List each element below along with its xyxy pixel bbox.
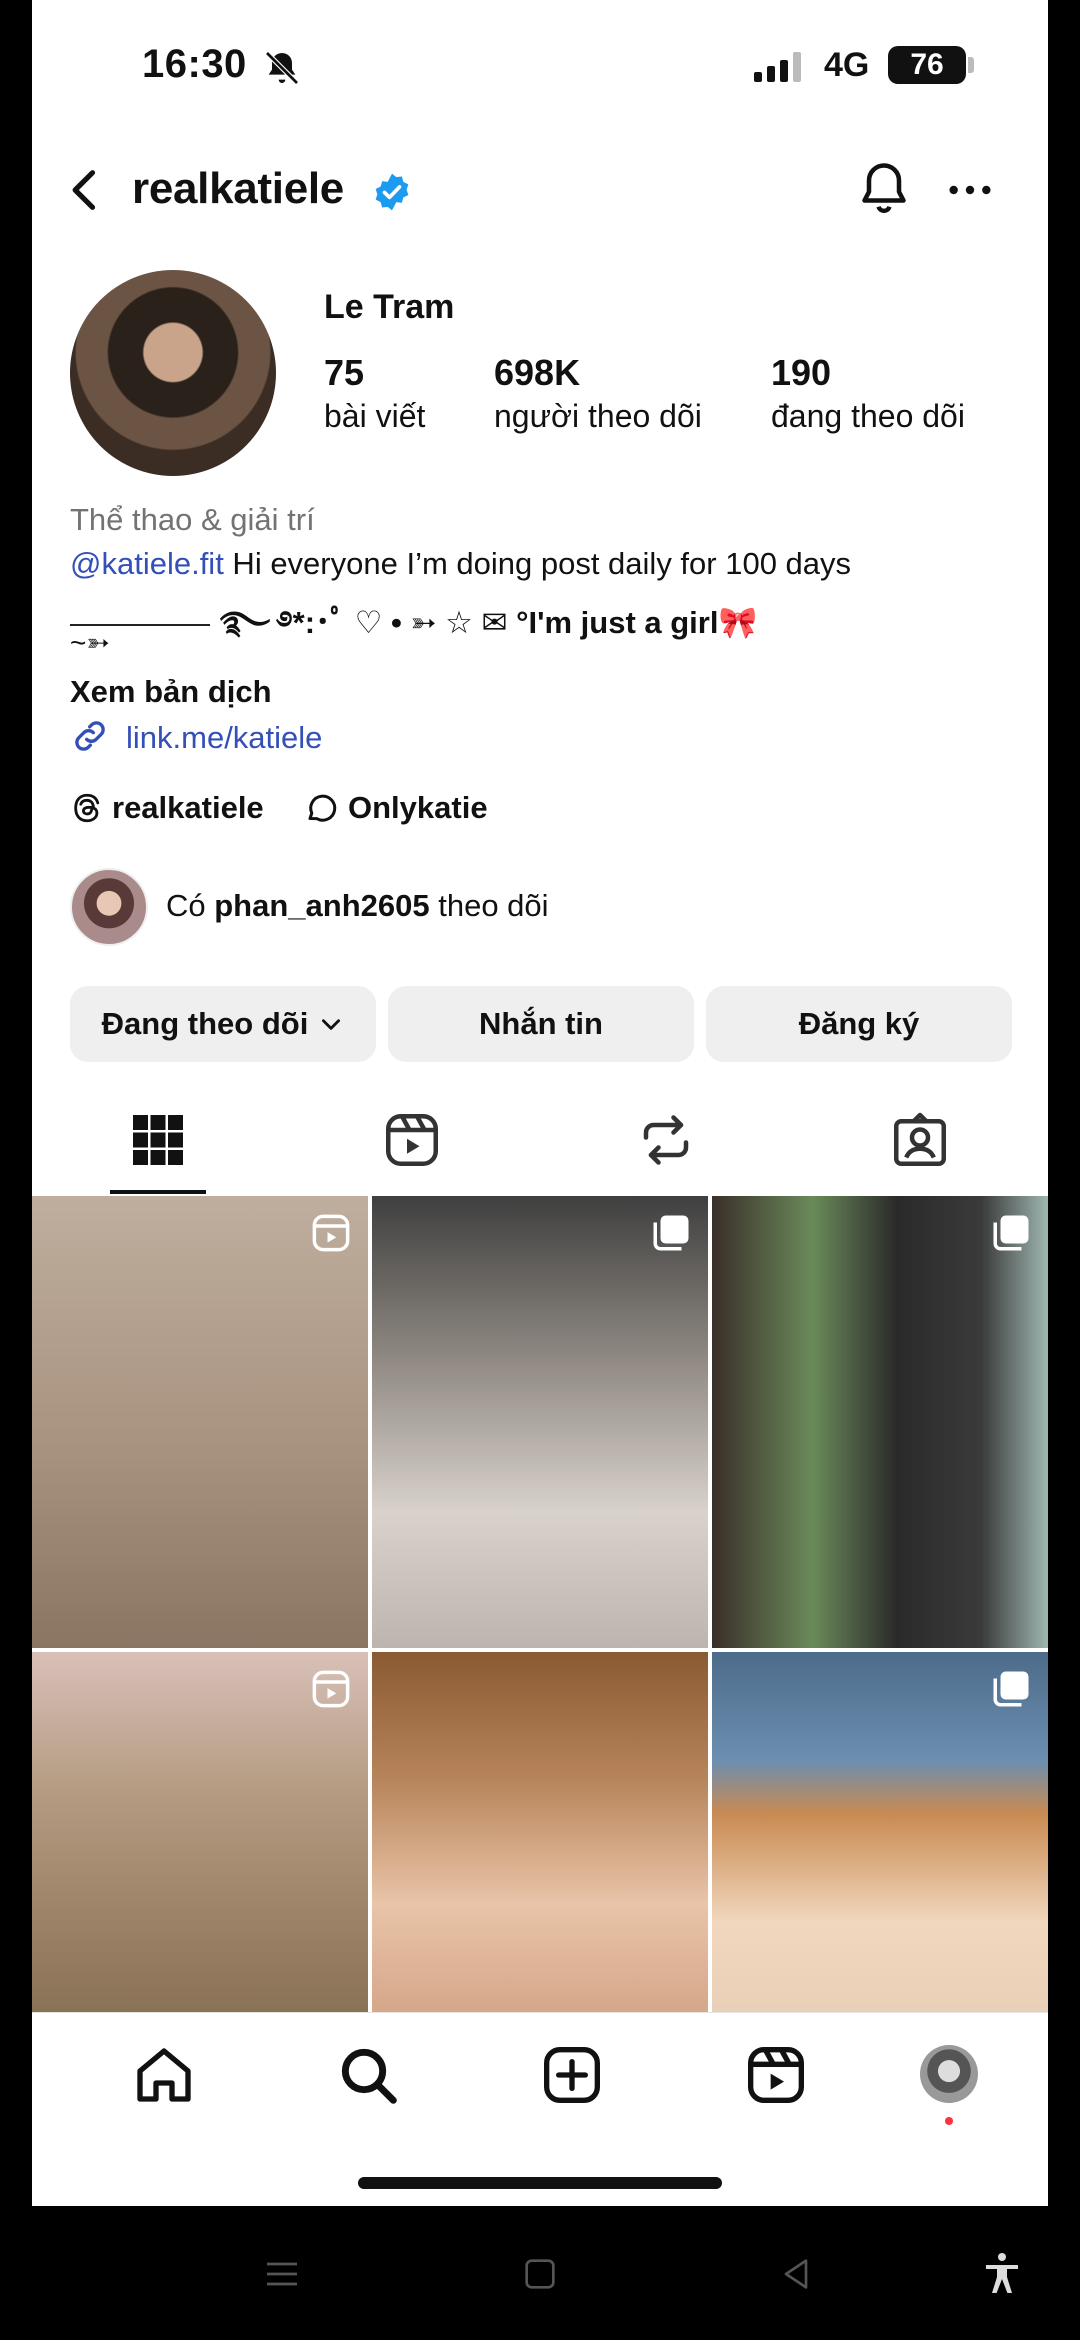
profile-username: realkatiele: [132, 164, 344, 213]
stat-following[interactable]: 190 đang theo dõi: [771, 352, 965, 435]
threads-handle: realkatiele: [112, 790, 264, 825]
carousel-badge-icon: [993, 1215, 1029, 1251]
reels-icon[interactable]: [382, 1110, 442, 1170]
threads-icon: [74, 793, 100, 823]
network-type: 4G: [824, 46, 870, 84]
stat-number: 75: [324, 352, 365, 393]
instagram-profile-screen: 16:30 4G 76 realkatiele Le Tram 75 bài v…: [32, 0, 1048, 2206]
back-arrow-icon[interactable]: [60, 164, 112, 216]
reposts-icon[interactable]: [636, 1110, 696, 1170]
more-icon[interactable]: [942, 162, 998, 218]
reel-badge-icon: [312, 1214, 350, 1252]
status-time: 16:30: [142, 42, 247, 86]
reel-badge-icon: [312, 1670, 350, 1708]
chevron-down-icon: [322, 1019, 341, 1030]
stat-label: bài viết: [324, 398, 426, 434]
profile-tabs: [32, 1100, 1048, 1196]
bio-line-1: @katiele.fit Hi everyone I’m doing post …: [70, 546, 851, 582]
signal-icon: [754, 52, 801, 82]
stat-label: người theo dõi: [494, 398, 702, 434]
display-name: Le Tram: [324, 288, 455, 326]
profile-category: Thể thao & giải trí: [70, 502, 315, 537]
secondary-handle: Onlykatie: [348, 790, 488, 825]
following-button-label: Đang theo dõi: [101, 1006, 309, 1041]
bio-mention-link[interactable]: @katiele.fit: [70, 546, 224, 581]
bio-text: Hi everyone I’m doing post daily for 100…: [223, 546, 852, 581]
bell-icon[interactable]: [854, 158, 914, 218]
search-icon[interactable]: [336, 2043, 400, 2107]
message-button[interactable]: Nhắn tin: [388, 986, 694, 1062]
battery-tip: [968, 57, 974, 73]
bio-line-3: ~➳: [70, 627, 110, 658]
chat-bubble-icon: [308, 794, 337, 822]
post-thumbnail[interactable]: [712, 1196, 1048, 1648]
battery-icon: 76: [888, 46, 966, 84]
followed-by-prefix: Có: [166, 888, 215, 923]
notification-dot: [945, 2117, 953, 2125]
post-thumbnail[interactable]: [32, 1652, 368, 2012]
grid-icon[interactable]: [128, 1110, 188, 1170]
home-indicator[interactable]: [358, 2177, 722, 2189]
link-icon: [75, 721, 105, 751]
followed-by-user: phan_anh2605: [214, 888, 430, 923]
stat-label: đang theo dõi: [771, 398, 965, 434]
stat-posts[interactable]: 75 bài viết: [324, 352, 425, 435]
recent-apps-icon[interactable]: [262, 2254, 302, 2294]
active-tab-indicator: [110, 1190, 206, 1194]
following-button[interactable]: Đang theo dõi: [70, 986, 376, 1062]
profile-external-link[interactable]: link.me/katiele: [126, 720, 322, 756]
secondary-handle-badge[interactable]: Onlykatie: [304, 790, 488, 826]
mutual-follower-avatar[interactable]: [70, 868, 148, 946]
home-button-icon[interactable]: [520, 2254, 560, 2294]
followed-by-suffix: theo dõi: [429, 888, 549, 923]
bottom-navigation: [32, 2012, 1048, 2206]
post-thumbnail[interactable]: [32, 1196, 368, 1648]
back-button-icon[interactable]: [776, 2254, 816, 2294]
tagged-icon[interactable]: [890, 1110, 950, 1170]
reels-nav-icon[interactable]: [744, 2043, 808, 2107]
threads-badge[interactable]: realkatiele: [70, 790, 264, 826]
profile-avatar[interactable]: [70, 270, 276, 476]
system-navigation-bar: [0, 2206, 1080, 2340]
carousel-badge-icon: [653, 1215, 689, 1251]
stat-number: 698K: [494, 352, 581, 393]
accessibility-icon[interactable]: [978, 2250, 1026, 2298]
profile-header: realkatiele: [32, 150, 1048, 230]
bell-slash-icon: [265, 51, 299, 85]
create-icon[interactable]: [540, 2043, 604, 2107]
stat-number: 190: [771, 352, 832, 393]
home-icon[interactable]: [132, 2043, 196, 2107]
see-translation-link[interactable]: Xem bản dịch: [70, 674, 272, 710]
verified-badge-icon: [375, 173, 409, 211]
status-bar: 16:30 4G 76: [32, 0, 1048, 140]
subscribe-button[interactable]: Đăng ký: [706, 986, 1012, 1062]
post-thumbnail[interactable]: [712, 1652, 1048, 2012]
post-thumbnail[interactable]: [372, 1196, 708, 1648]
bio-line-2: ࿐ ࿔*:･ﾟ ♡ • ➳ ☆ ✉ °I'm just a girl🎀: [70, 588, 757, 675]
carousel-badge-icon: [993, 1671, 1029, 1707]
bio-decor-text: ࿐ ࿔*:･ﾟ ♡ • ➳ ☆ ✉ °I'm just a girl🎀: [220, 605, 758, 640]
followed-by-text[interactable]: Có phan_anh2605 theo dõi: [166, 888, 549, 924]
post-thumbnail[interactable]: [372, 1652, 708, 2012]
stat-followers[interactable]: 698K người theo dõi: [494, 352, 702, 435]
profile-avatar-nav[interactable]: [920, 2045, 978, 2103]
